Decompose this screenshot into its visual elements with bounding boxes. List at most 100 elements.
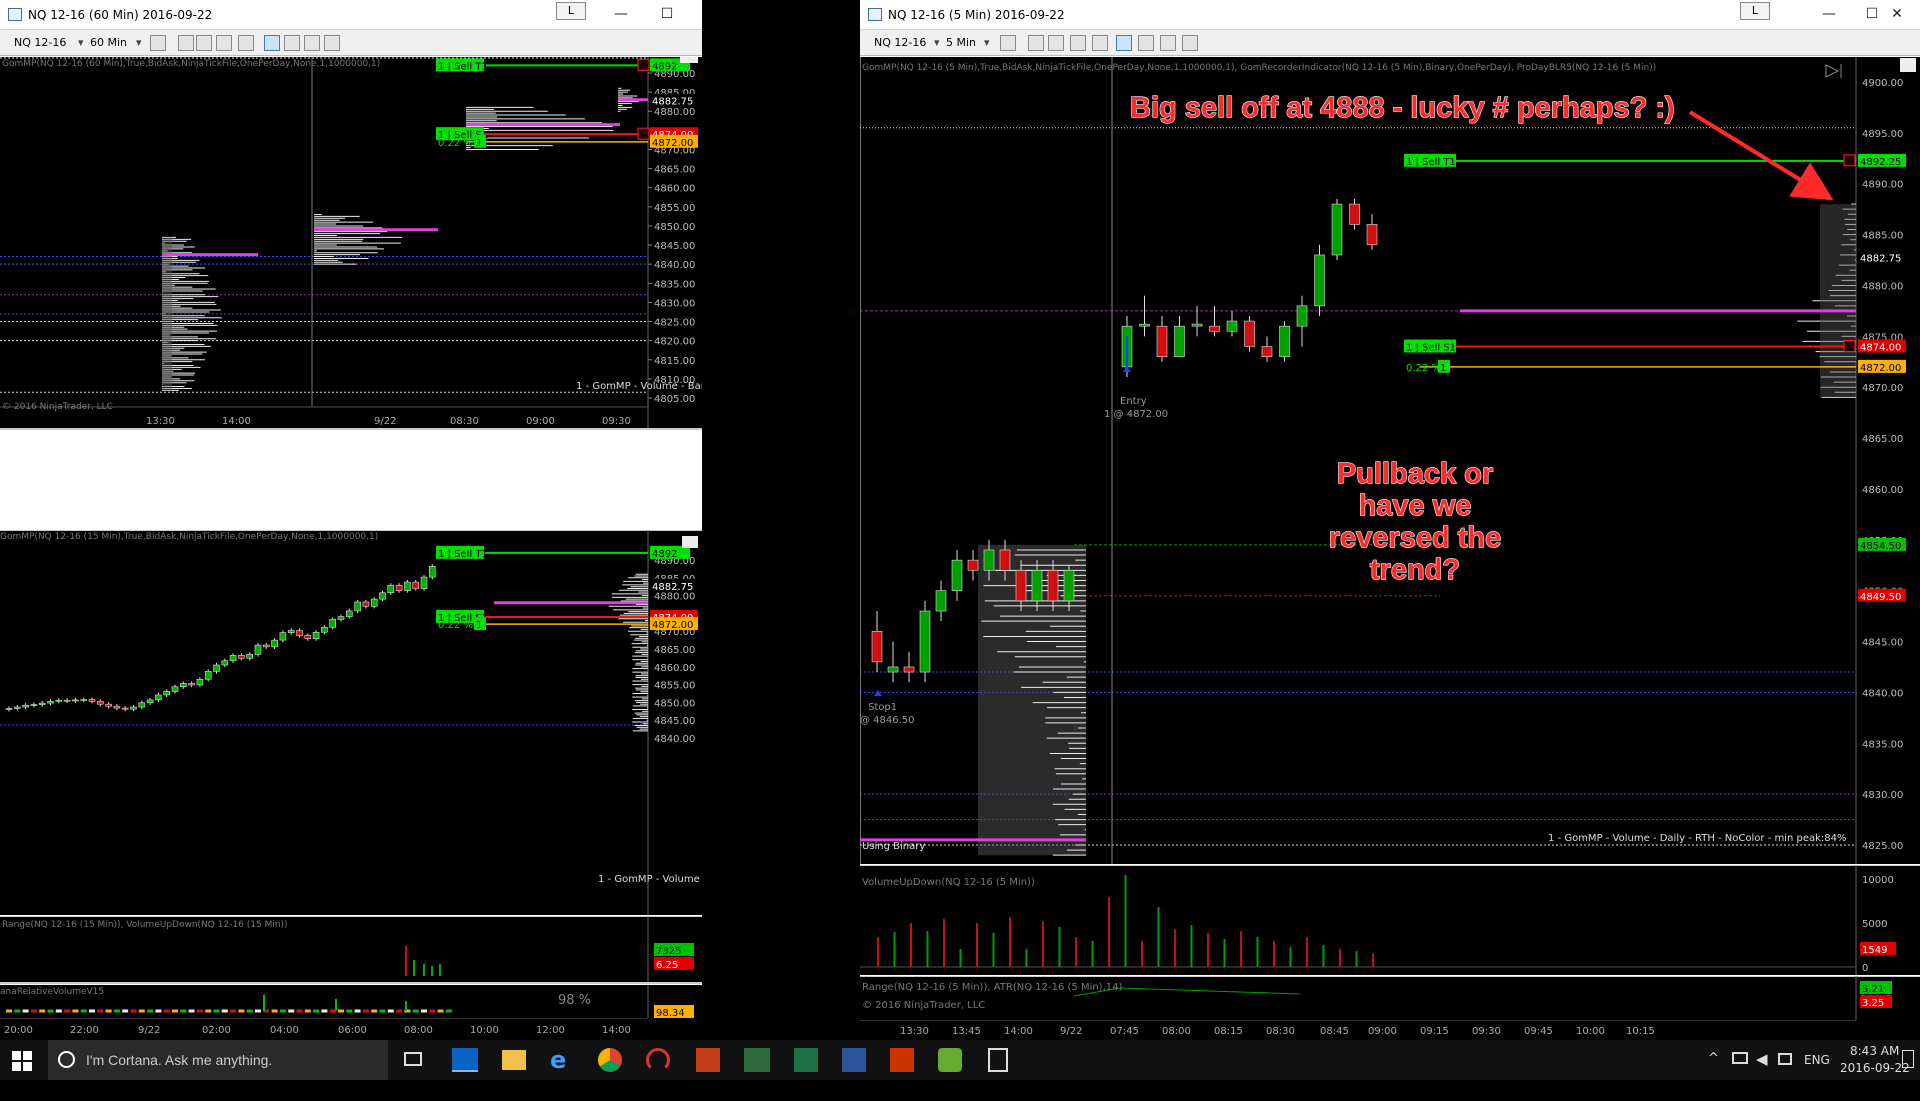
candle-body bbox=[1261, 346, 1273, 357]
cortana-search-box[interactable]: I'm Cortana. Ask me anything. bbox=[48, 1040, 388, 1080]
pointer-icon[interactable] bbox=[196, 35, 212, 51]
axis-tick: 4845.00 bbox=[654, 716, 695, 727]
volume-icon[interactable]: ◀ bbox=[1756, 1050, 1768, 1090]
zoom-icon[interactable] bbox=[1092, 35, 1108, 51]
taskbar: I'm Cortana. Ask me anything. e ^ ◀ ENG … bbox=[0, 1040, 1920, 1080]
time-label: 09:30 bbox=[1472, 1026, 1501, 1037]
edge-icon[interactable]: e bbox=[550, 1048, 574, 1072]
candle-body bbox=[1296, 305, 1308, 327]
windows-start-icon[interactable] bbox=[12, 1051, 32, 1091]
excel-icon[interactable] bbox=[794, 1048, 818, 1072]
right-indicator-label: GomMP(NQ 12-16 (5 Min),True,BidAsk,Ninja… bbox=[862, 63, 1657, 73]
candle-body bbox=[180, 683, 187, 688]
left-relvol-panel[interactable]: 98.34 anaRelativeVolumeV15 98 % bbox=[0, 985, 702, 1018]
axis-tick: 4820.00 bbox=[654, 337, 695, 348]
zoom-icon[interactable] bbox=[238, 35, 254, 51]
candle-body bbox=[1139, 323, 1150, 327]
left-top-indicator-label: GomMP(NQ 12-16 (60 Min),True,BidAsk,Ninj… bbox=[2, 59, 381, 69]
chart-style-icon[interactable] bbox=[150, 35, 166, 51]
close-icon[interactable]: ✕ bbox=[1874, 0, 1920, 30]
link-button[interactable]: L bbox=[1740, 2, 1770, 20]
acrobat-icon[interactable] bbox=[890, 1048, 914, 1072]
time-label: 13:30 bbox=[900, 1026, 929, 1037]
network-icon[interactable] bbox=[1732, 1052, 1748, 1064]
left-relvol-pct: 98 % bbox=[558, 993, 592, 1008]
candle-body bbox=[287, 630, 295, 633]
right-range-panel[interactable]: 5.21 3.25 Range(NQ 12-16 (5 Min)), ATR(NQ… bbox=[860, 976, 1920, 1020]
tray-chevron-icon[interactable]: ^ bbox=[1708, 1051, 1719, 1091]
data-box-icon[interactable] bbox=[324, 35, 340, 51]
chart-style-icon[interactable] bbox=[1000, 35, 1016, 51]
maximize-icon[interactable]: ☐ bbox=[644, 0, 690, 30]
outlook-icon[interactable] bbox=[452, 1048, 478, 1072]
price-tag-level-a: 4854.50 bbox=[1860, 541, 1901, 552]
price-tag-entry: 4872.00 bbox=[1860, 363, 1901, 374]
window-left-edge bbox=[860, 57, 861, 864]
left-chart-window[interactable]: NQ 12-16 (60 Min) 2016-09-22 L — ☐ NQ 12… bbox=[0, 0, 702, 1040]
right-range-copyright: © 2016 NinjaTrader, LLC bbox=[862, 1000, 986, 1011]
instrument-dropdown-icon[interactable]: ▾ bbox=[934, 34, 940, 52]
right-volume-panel[interactable]: 10000 5000 0 1549 VolumeUpDown(NQ 12-16 (5 … bbox=[860, 865, 1920, 975]
clock-date[interactable]: 2016-09-22 bbox=[1840, 1061, 1910, 1101]
interval-dropdown-icon[interactable]: ▾ bbox=[984, 34, 990, 52]
properties-icon[interactable] bbox=[304, 35, 320, 51]
left-relvol-label: anaRelativeVolumeV15 bbox=[0, 987, 105, 997]
indicators-icon[interactable] bbox=[264, 35, 280, 51]
percent-label: 0.22 % bbox=[1406, 363, 1441, 374]
annotation-sell-off: Big sell off at 4888 - lucky # perhaps? … bbox=[1129, 91, 1675, 124]
link-button[interactable]: L bbox=[556, 2, 586, 20]
minimize-icon[interactable]: — bbox=[598, 0, 644, 30]
candle-body bbox=[97, 701, 104, 705]
candle-body bbox=[1156, 325, 1168, 357]
powerpoint-icon[interactable] bbox=[696, 1048, 720, 1072]
interval-selector[interactable]: 60 Min bbox=[90, 34, 127, 52]
interval-dropdown-icon[interactable]: ▾ bbox=[136, 34, 142, 52]
data-box-icon[interactable] bbox=[1182, 35, 1198, 51]
left-mid-chart[interactable]: 4890.004885.004880.004875.004870.004865.… bbox=[0, 530, 702, 915]
indicators-icon[interactable] bbox=[1116, 35, 1132, 51]
left-top-chart[interactable]: 4890.004885.004880.004875.004870.004865.… bbox=[0, 57, 702, 430]
axis-tick: 4885.00 bbox=[1862, 231, 1903, 242]
axis-tick: 10000 bbox=[1862, 875, 1894, 886]
notification-icon[interactable] bbox=[1778, 1053, 1792, 1065]
right-footer: 1 - GomMP - Volume - Daily - RTH - NoCol… bbox=[1548, 833, 1847, 844]
strategies-icon[interactable] bbox=[284, 35, 300, 51]
left-range-panel[interactable]: 7325 6.25 Range(NQ 12-16 (15 Min)), Volum… bbox=[0, 916, 702, 984]
right-title-bar[interactable]: NQ 12-16 (5 Min) 2016-09-22 L — ☐ ✕ bbox=[860, 0, 1920, 30]
action-center-icon[interactable] bbox=[1902, 1050, 1914, 1068]
chrome-icon[interactable] bbox=[598, 1048, 622, 1072]
instrument-dropdown-icon[interactable]: ▾ bbox=[78, 34, 84, 52]
cursor-icon[interactable] bbox=[1070, 35, 1086, 51]
axis-tick: 0 bbox=[1862, 963, 1868, 974]
axis-tick: 4880.00 bbox=[654, 107, 695, 118]
strategies-icon[interactable] bbox=[1138, 35, 1154, 51]
axis-tick: 4860.00 bbox=[654, 663, 695, 674]
ninjatrader-icon[interactable] bbox=[646, 1048, 670, 1072]
candle-body bbox=[121, 707, 129, 710]
pointer-icon[interactable] bbox=[1048, 35, 1064, 51]
greenshot-icon[interactable] bbox=[938, 1048, 962, 1072]
candle-body bbox=[14, 706, 21, 709]
word-icon[interactable] bbox=[842, 1048, 866, 1072]
instrument-selector[interactable]: NQ 12-16 bbox=[874, 34, 926, 52]
minimize-icon[interactable]: — bbox=[1806, 0, 1852, 30]
language-indicator[interactable]: ENG bbox=[1804, 1053, 1830, 1093]
left-title-bar[interactable]: NQ 12-16 (60 Min) 2016-09-22 L — ☐ bbox=[0, 0, 702, 30]
tws-icon[interactable] bbox=[744, 1048, 770, 1072]
task-view-icon[interactable] bbox=[404, 1052, 422, 1066]
calculator-icon[interactable] bbox=[988, 1048, 1008, 1072]
candle-body bbox=[88, 699, 96, 702]
candle-body bbox=[188, 683, 195, 686]
file-explorer-icon[interactable] bbox=[502, 1050, 526, 1070]
instrument-selector[interactable]: NQ 12-16 bbox=[14, 34, 66, 52]
cursor-icon[interactable] bbox=[216, 35, 232, 51]
draw-tool-icon[interactable] bbox=[1028, 35, 1044, 51]
time-label: 9/22 bbox=[138, 1025, 160, 1036]
draw-tool-icon[interactable] bbox=[178, 35, 194, 51]
axis-tick: 4855.00 bbox=[654, 681, 695, 692]
properties-icon[interactable] bbox=[1160, 35, 1176, 51]
axis-tick: 4860.00 bbox=[1862, 485, 1903, 496]
candle-body bbox=[204, 671, 212, 680]
interval-selector[interactable]: 5 Min bbox=[946, 34, 976, 52]
candle-body bbox=[329, 619, 337, 628]
